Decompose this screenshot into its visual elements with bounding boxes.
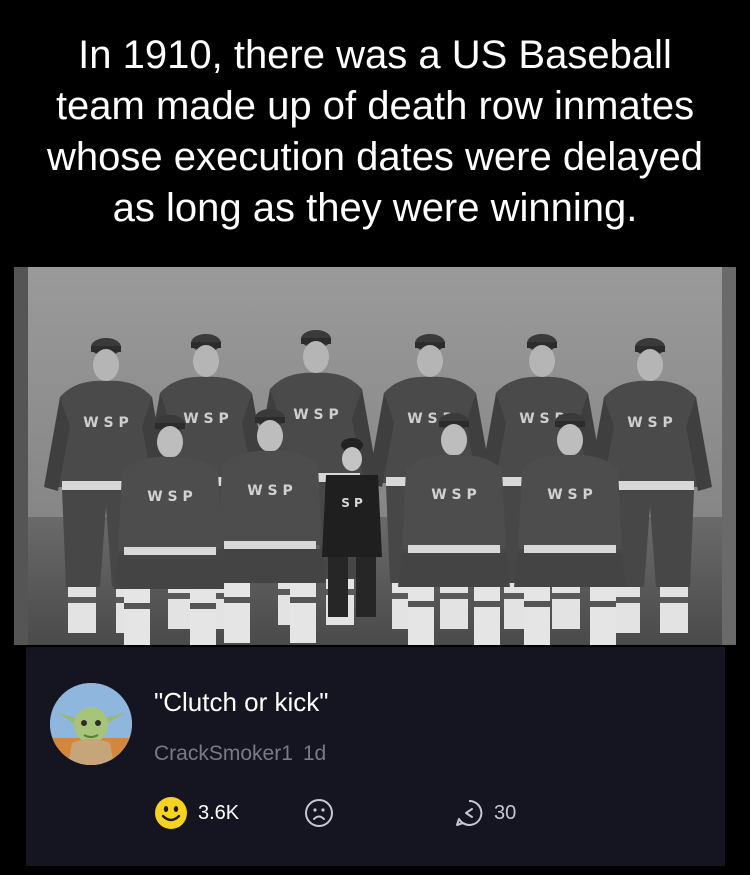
like-button[interactable]: 3.6K (154, 795, 239, 831)
headline-line: team made up of death row inmates (55, 84, 695, 128)
team-photo: W S P W S P (14, 267, 736, 645)
dislike-button[interactable] (304, 795, 334, 831)
smile-emoji-icon (155, 797, 187, 829)
username[interactable]: CrackSmoker1 (154, 742, 293, 765)
comment-meta: CrackSmoker1 1d (154, 742, 326, 766)
comment-text: "Clutch or kick" (154, 687, 329, 717)
reply-count: 30 (494, 801, 517, 824)
headline-line: whose execution dates were delayed (47, 135, 703, 179)
comment-actions: 3.6K 30 (154, 795, 674, 831)
user-avatar[interactable] (50, 683, 132, 765)
headline-line: as long as they were winning. (112, 186, 638, 230)
headline-line: In 1910, there was a US Baseball (78, 33, 672, 77)
sad-face-icon (305, 799, 333, 827)
yoda-avatar-icon (50, 683, 132, 765)
meme-page: In 1910, there was a US Baseball team ma… (0, 0, 750, 875)
like-count: 3.6K (198, 801, 240, 824)
comment-time: 1d (302, 742, 327, 765)
comment-card: "Clutch or kick" CrackSmoker1 1d 3.6K 30 (26, 647, 725, 866)
svg-text:S P: S P (341, 496, 363, 510)
team-photo-illustration: W S P W S P (14, 267, 736, 645)
headline-caption: In 1910, there was a US Baseball team ma… (0, 30, 750, 234)
reply-icon (456, 799, 483, 826)
reply-button[interactable]: 30 (454, 795, 516, 831)
